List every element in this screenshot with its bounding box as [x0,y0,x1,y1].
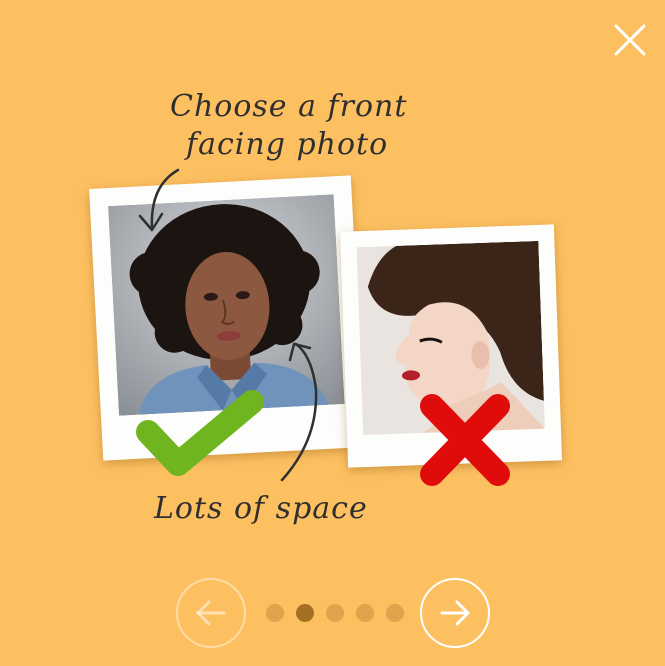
page-dot[interactable] [266,604,284,622]
next-button[interactable] [420,578,490,648]
close-icon [614,24,646,56]
close-button[interactable] [608,18,652,62]
front-facing-portrait [107,194,345,416]
page-dot[interactable] [326,604,344,622]
arrow-left-icon [196,600,226,626]
pager-navigation [0,578,665,650]
caption-line-1: Choose a front [170,89,408,124]
page-dot[interactable] [386,604,404,622]
tip-caption-front-facing: Choose a front facing photo [170,88,430,164]
arrow-right-icon [440,600,470,626]
caption-line-2: facing photo [186,127,389,162]
side-profile-portrait [356,240,545,436]
tip-caption-space: Lots of space [154,491,368,526]
good-example-photo-card [89,175,365,461]
previous-button[interactable] [176,578,246,648]
onboarding-slide: Choose a front facing photo Lots of spac… [0,0,665,666]
page-indicator [266,604,406,624]
page-dot-active[interactable] [296,604,314,622]
page-dot[interactable] [356,604,374,622]
bad-example-photo-card [339,224,563,468]
